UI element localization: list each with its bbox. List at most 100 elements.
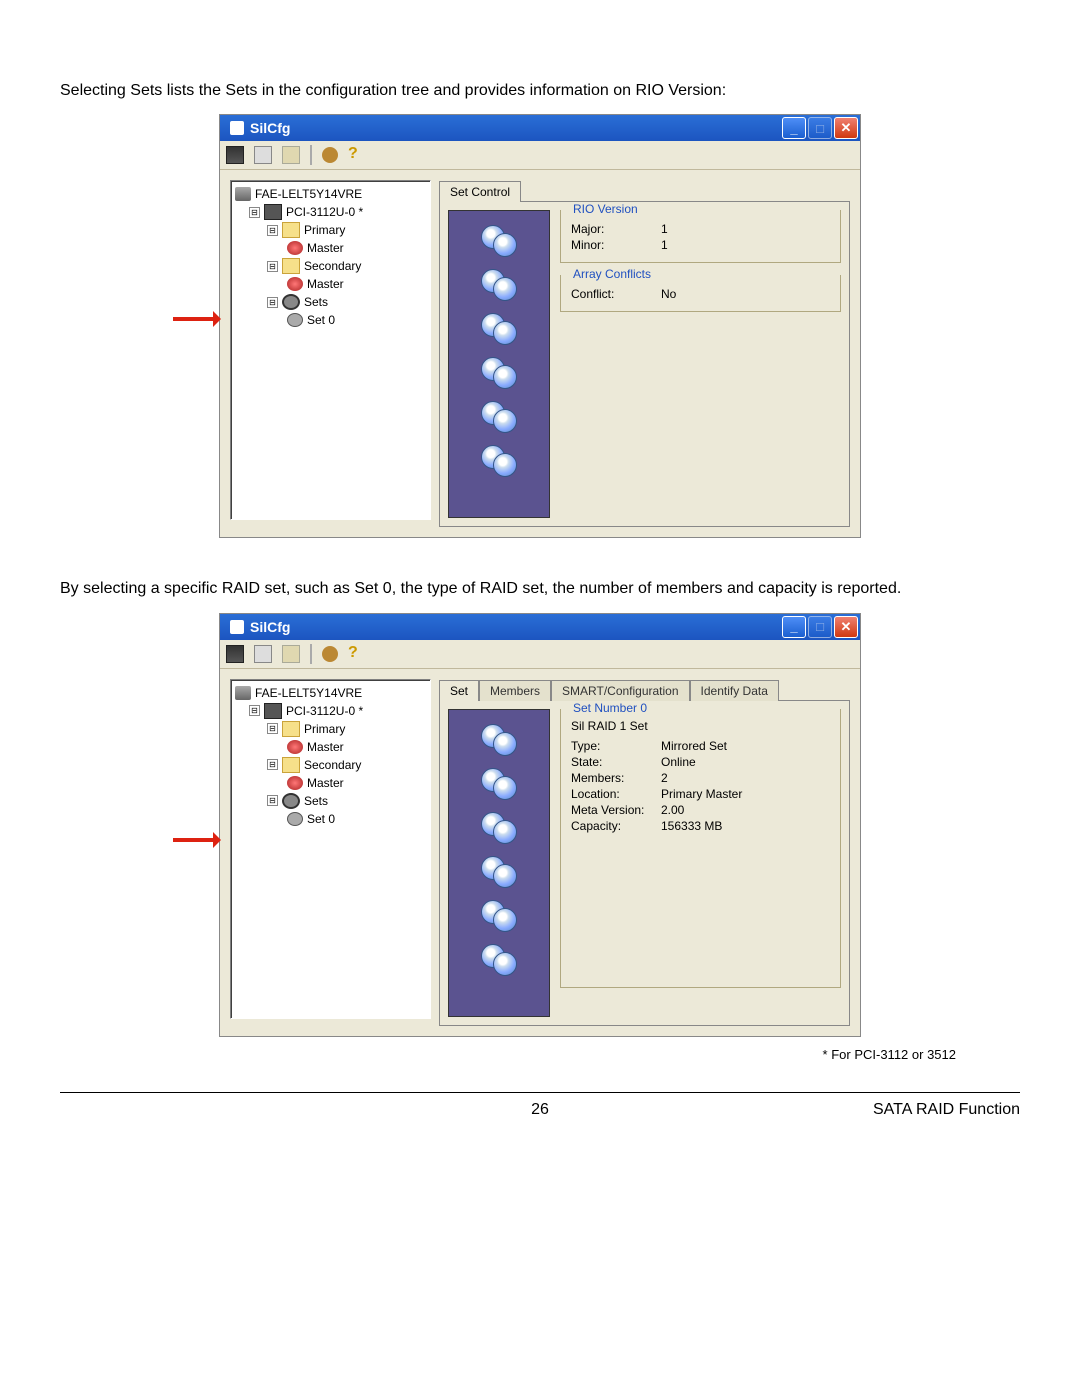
folder-icon: [282, 258, 300, 274]
tree-primary[interactable]: Primary: [304, 223, 345, 237]
window-titlebar: SilCfg _ □ ✕: [220, 115, 860, 141]
config-tree[interactable]: FAE-LELT5Y14VRE ⊟PCI-3112U-0 * ⊟Primary …: [230, 180, 431, 520]
label-type: Type:: [571, 739, 661, 753]
find-icon[interactable]: [322, 147, 338, 163]
screenshot-set0-view: SilCfg _ □ ✕ ? FAE-LELT5Y14VRE ⊟ PCI-3112…: [219, 613, 861, 1037]
tree-set0[interactable]: Set 0: [307, 812, 335, 826]
maximize-button[interactable]: □: [808, 117, 832, 139]
expander-icon[interactable]: ⊟: [267, 261, 278, 272]
disk-pair-icon: [481, 768, 517, 798]
label-state: State:: [571, 755, 661, 769]
disk-pair-icon: [481, 724, 517, 754]
value-state: Online: [661, 755, 696, 769]
intro-paragraph-2: By selecting a specific RAID set, such a…: [60, 578, 1020, 600]
tree-set0[interactable]: Set 0: [307, 313, 335, 327]
paste-icon[interactable]: [282, 645, 300, 663]
help-icon[interactable]: ?: [348, 147, 364, 163]
disk-pair-icon: [481, 445, 517, 475]
footer-section-title: SATA RAID Function: [873, 1101, 1020, 1119]
maximize-button[interactable]: □: [808, 616, 832, 638]
disk-icon: [287, 776, 303, 790]
expander-icon[interactable]: ⊟: [267, 225, 278, 236]
toolbar-divider: [310, 145, 312, 165]
expander-icon[interactable]: ⊟: [249, 705, 260, 716]
group-set-number-0: Sil RAID 1 Set Type:Mirrored Set State:O…: [560, 709, 841, 988]
help-icon[interactable]: ?: [348, 646, 364, 662]
tree-sets[interactable]: Sets: [304, 295, 328, 309]
tree-secondary[interactable]: Secondary: [304, 758, 361, 772]
tree-card[interactable]: PCI-3112U-0 *: [286, 205, 363, 219]
disk-pair-icon: [481, 812, 517, 842]
save-icon[interactable]: [226, 645, 244, 663]
value-members: 2: [661, 771, 668, 785]
screenshot-sets-view: SilCfg _ □ ✕ ? FAE-LELT5Y14VRE ⊟ PCI-3112…: [219, 114, 861, 538]
expander-icon[interactable]: ⊟: [249, 207, 260, 218]
tab-set[interactable]: Set: [439, 680, 479, 701]
save-icon[interactable]: [226, 146, 244, 164]
card-icon: [264, 204, 282, 220]
window-titlebar: SilCfg _ □ ✕: [220, 614, 860, 640]
computer-icon: [235, 187, 251, 201]
label-members: Members:: [571, 771, 661, 785]
group-array-conflicts: Conflict:No: [560, 275, 841, 312]
config-tree[interactable]: FAE-LELT5Y14VRE ⊟PCI-3112U-0 * ⊟Primary …: [230, 679, 431, 1019]
tree-root[interactable]: FAE-LELT5Y14VRE: [255, 686, 362, 700]
copy-icon[interactable]: [254, 645, 272, 663]
disk-pair-icon: [481, 944, 517, 974]
expander-icon[interactable]: ⊟: [267, 723, 278, 734]
tree-sets[interactable]: Sets: [304, 794, 328, 808]
close-button[interactable]: ✕: [834, 117, 858, 139]
disk-gallery: [448, 709, 550, 1017]
highlight-arrow: [173, 832, 233, 848]
minimize-button[interactable]: _: [782, 616, 806, 638]
disk-pair-icon: [481, 401, 517, 431]
copy-icon[interactable]: [254, 146, 272, 164]
app-icon: [230, 121, 244, 135]
tree-root[interactable]: FAE-LELT5Y14VRE: [255, 187, 362, 201]
tree-master[interactable]: Master: [307, 776, 344, 790]
folder-icon: [282, 757, 300, 773]
minimize-button[interactable]: _: [782, 117, 806, 139]
page-number: 26: [531, 1101, 549, 1119]
find-icon[interactable]: [322, 646, 338, 662]
tab-members[interactable]: Members: [479, 680, 551, 701]
label-meta-version: Meta Version:: [571, 803, 661, 817]
intro-paragraph-1: Selecting Sets lists the Sets in the con…: [60, 80, 1020, 102]
tree-master[interactable]: Master: [307, 740, 344, 754]
highlight-arrow: [173, 311, 233, 327]
tree-master[interactable]: Master: [307, 277, 344, 291]
disk-pair-icon: [481, 856, 517, 886]
group-rio-version: Major:1 Minor:1: [560, 210, 841, 263]
set-icon: [287, 812, 303, 826]
disk-gallery: [448, 210, 550, 518]
set-icon: [287, 313, 303, 327]
sets-icon: [282, 294, 300, 310]
disk-pair-icon: [481, 357, 517, 387]
disk-icon: [287, 241, 303, 255]
tree-card[interactable]: PCI-3112U-0 *: [286, 704, 363, 718]
window-title: SilCfg: [250, 120, 290, 136]
value-minor: 1: [661, 238, 668, 252]
paste-icon[interactable]: [282, 146, 300, 164]
disk-icon: [287, 277, 303, 291]
label-minor: Minor:: [571, 238, 661, 252]
tree-master[interactable]: Master: [307, 241, 344, 255]
tree-secondary[interactable]: Secondary: [304, 259, 361, 273]
value-major: 1: [661, 222, 668, 236]
tab-smart-config[interactable]: SMART/Configuration: [551, 680, 690, 701]
value-conflict: No: [661, 287, 676, 301]
value-capacity: 156333 MB: [661, 819, 722, 833]
expander-icon[interactable]: ⊟: [267, 759, 278, 770]
page-footer: 26 SATA RAID Function: [60, 1092, 1020, 1119]
disk-icon: [287, 740, 303, 754]
disk-pair-icon: [481, 900, 517, 930]
sets-icon: [282, 793, 300, 809]
disk-pair-icon: [481, 225, 517, 255]
tab-set-control[interactable]: Set Control: [439, 181, 521, 202]
expander-icon[interactable]: ⊟: [267, 795, 278, 806]
expander-icon[interactable]: ⊟: [267, 297, 278, 308]
tree-primary[interactable]: Primary: [304, 722, 345, 736]
tab-identify-data[interactable]: Identify Data: [690, 680, 779, 701]
close-button[interactable]: ✕: [834, 616, 858, 638]
label-location: Location:: [571, 787, 661, 801]
